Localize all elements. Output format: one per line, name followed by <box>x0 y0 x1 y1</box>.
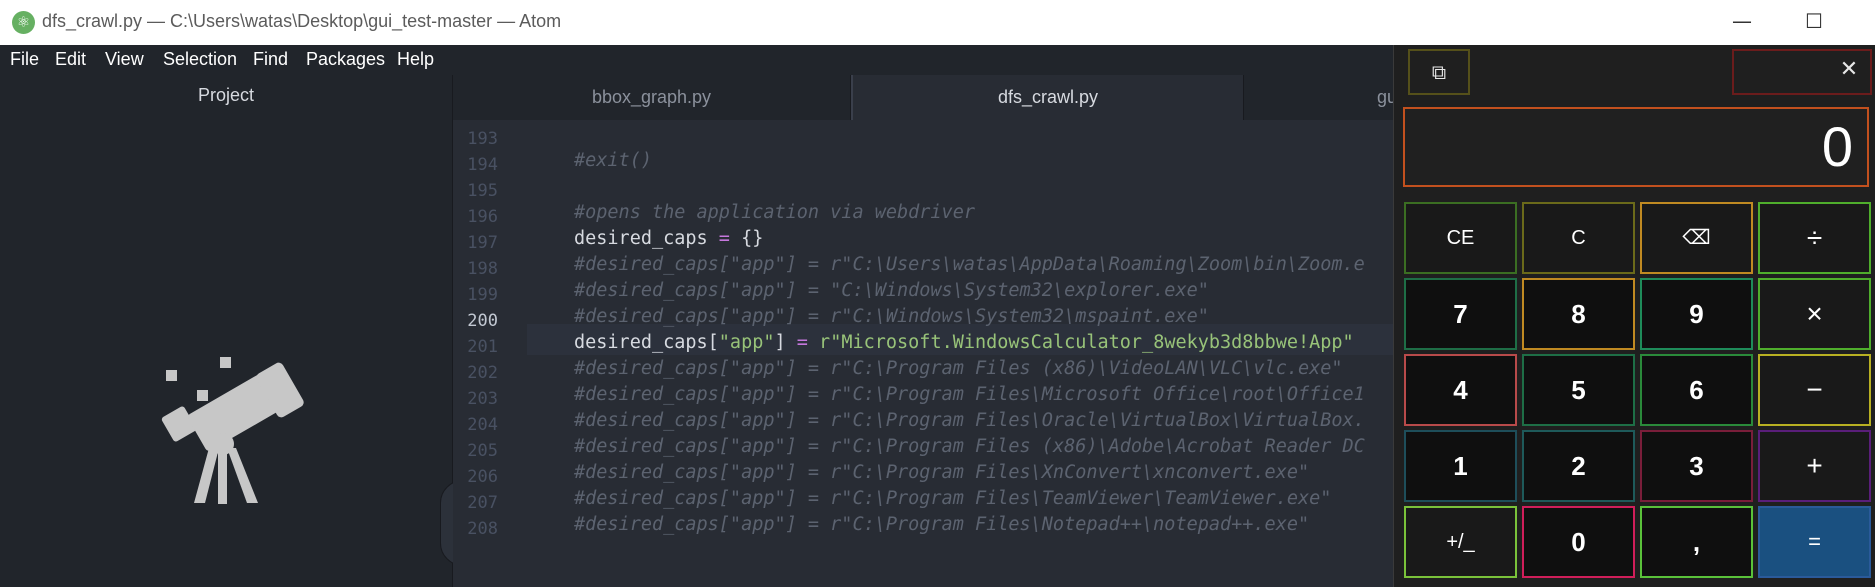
calculator-close-button[interactable]: ✕ <box>1834 55 1864 85</box>
backspace-button[interactable]: ⌫ <box>1640 202 1753 274</box>
subtract-button[interactable]: − <box>1758 354 1871 426</box>
menu-file[interactable]: File <box>10 49 39 70</box>
digit-5-button[interactable]: 5 <box>1522 354 1635 426</box>
menu-find[interactable]: Find <box>253 49 288 70</box>
menu-edit[interactable]: Edit <box>55 49 86 70</box>
window-title: dfs_crawl.py — C:\Users\watas\Desktop\gu… <box>42 11 562 31</box>
multiply-button[interactable]: × <box>1758 278 1871 350</box>
tab-dfs-crawl[interactable]: dfs_crawl.py <box>851 75 1244 120</box>
calculator-window: ⧉ ✕ 0 CE C ⌫ ÷ 7 8 9 × 4 5 6−1 2 3 + +/_ 0, = <box>1393 45 1875 587</box>
clear-entry-button[interactable]: CE <box>1404 202 1517 274</box>
tab-bbox-graph[interactable]: bbox_graph.py <box>453 75 851 120</box>
project-panel-title: Project <box>197 85 255 105</box>
decimal-button[interactable]: , <box>1640 506 1753 578</box>
menu-help[interactable]: Help <box>397 49 434 70</box>
digit-7-button[interactable]: 7 <box>1404 278 1517 350</box>
digit-3-button[interactable]: 3 <box>1640 430 1753 502</box>
negate-button[interactable]: +/_ <box>1404 506 1517 578</box>
divide-button[interactable]: ÷ <box>1758 202 1871 274</box>
code-editor[interactable]: 193 #exit() 194 195 #opens the applicati… <box>453 120 1400 587</box>
code-line: 208 <box>453 493 1400 539</box>
telescope-icon <box>161 357 304 504</box>
close-icon: ✕ <box>1839 57 1859 82</box>
tab-bar: bbox_graph.py dfs_crawl.py gu <box>453 75 1400 120</box>
menu-bar: File Edit View Selection Find Packages H… <box>0 45 1400 75</box>
minimize-button[interactable]: — <box>1712 0 1772 45</box>
digit-9-button[interactable]: 9 <box>1640 278 1753 350</box>
digit-6-button[interactable]: 6 <box>1640 354 1753 426</box>
project-panel: Project <box>0 75 453 587</box>
digit-1-button[interactable]: 1 <box>1404 430 1517 502</box>
digit-4-button[interactable]: 4 <box>1404 354 1517 426</box>
compact-overlay-button[interactable]: ⧉ <box>1408 49 1470 95</box>
equals-button[interactable]: = <box>1758 506 1871 578</box>
menu-selection[interactable]: Selection <box>163 49 237 70</box>
calculator-display: 0 <box>1403 107 1869 187</box>
line-number: 208 <box>467 519 498 539</box>
tab-gu[interactable]: gu <box>1244 75 1400 120</box>
digit-2-button[interactable]: 2 <box>1522 430 1635 502</box>
menu-packages[interactable]: Packages <box>306 49 385 70</box>
window-title-bar: ⚛ dfs_crawl.py — C:\Users\watas\Desktop\… <box>0 0 1875 46</box>
digit-8-button[interactable]: 8 <box>1522 278 1635 350</box>
maximize-button[interactable]: ☐ <box>1784 0 1844 45</box>
compact-overlay-icon: ⧉ <box>1431 60 1447 84</box>
add-button[interactable]: + <box>1758 430 1871 502</box>
digit-0-button[interactable]: 0 <box>1522 506 1635 578</box>
menu-view[interactable]: View <box>105 49 144 70</box>
atom-logo-icon: ⚛ <box>12 11 35 34</box>
clear-button[interactable]: C <box>1522 202 1635 274</box>
